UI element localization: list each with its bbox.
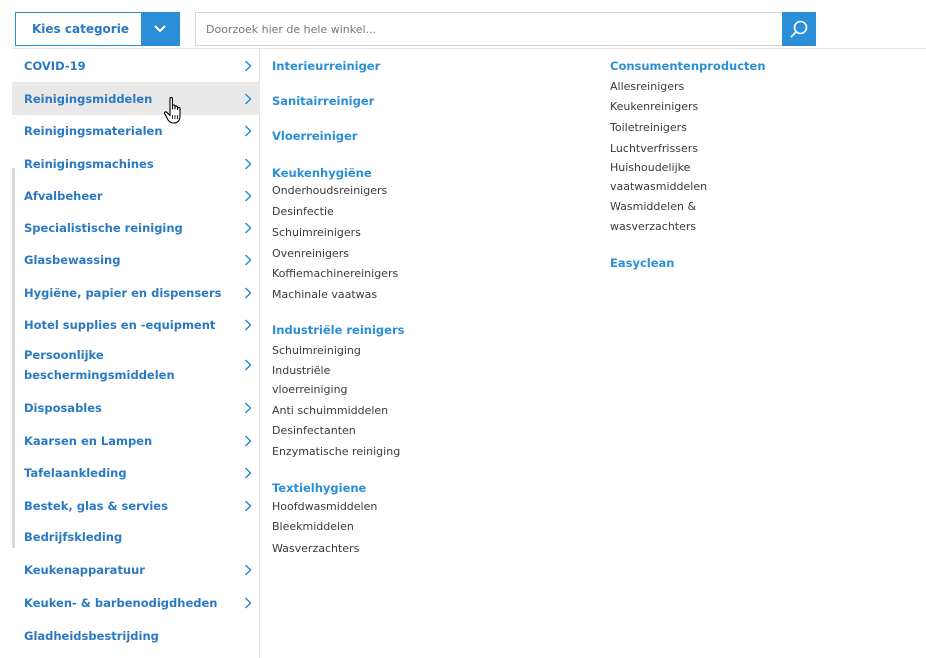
menu-link-schuimreinigers[interactable]: Schuimreinigers (272, 226, 361, 239)
menu-link-hoofdwasmiddelen[interactable]: Hoofdwasmiddelen (272, 500, 377, 513)
search-button[interactable] (782, 12, 816, 46)
sidebar-item-label: Keuken- & barbenodigdheden (24, 596, 218, 610)
menu-link-industriele-vloerreiniging[interactable]: Industriële (272, 364, 330, 377)
chevron-right-icon (244, 222, 252, 234)
chevron-right-icon (244, 125, 252, 137)
chevron-right-icon (244, 597, 252, 609)
menu-link-interieurreiniger[interactable]: Interieurreiniger (272, 59, 380, 73)
menu-link-huishoudelijke-vaatwasmiddelen[interactable]: Huishoudelijke (610, 161, 690, 174)
sidebar-item-label: Afvalbeheer (24, 189, 103, 203)
sidebar-item-covid-19[interactable]: COVID-19 (12, 54, 260, 78)
sidebar-item-label: Specialistische reiniging (24, 221, 183, 235)
chevron-down-icon[interactable] (141, 13, 179, 45)
page: Kies categorie COVID-19 Reinigingsmiddel… (0, 0, 926, 658)
menu-link-easyclean[interactable]: Easyclean (610, 256, 674, 270)
sidebar-item-label: Bedrijfskleding (24, 530, 123, 544)
sidebar-item-label: Glasbewassing (24, 253, 121, 267)
menu-link-anti-schuimmiddelen[interactable]: Anti schuimmiddelen (272, 404, 388, 417)
menu-link-huishoudelijke-vaatwasmiddelen-line2[interactable]: vaatwasmiddelen (610, 180, 707, 193)
hand-cursor-icon (163, 97, 181, 124)
sidebar-item-glasbewassing[interactable]: Glasbewassing (12, 248, 260, 272)
sidebar-item-label: Hotel supplies en -equipment (24, 318, 216, 332)
category-sidebar: COVID-19 Reinigingsmiddelen Reinigingsma… (12, 48, 260, 658)
search-input[interactable] (195, 12, 782, 46)
sidebar-item-label: Gladheidsbestrijding (24, 629, 159, 643)
sidebar-item-label: Bestek, glas & servies (24, 499, 168, 513)
sidebar-item-tafelaankleding[interactable]: Tafelaankleding (12, 461, 260, 485)
sidebar-item-label: Tafelaankleding (24, 466, 127, 480)
chevron-right-icon (244, 287, 252, 299)
sidebar-item-reinigingsmiddelen[interactable]: Reinigingsmiddelen (12, 82, 260, 115)
sidebar-item-specialistische-reiniging[interactable]: Specialistische reiniging (12, 216, 260, 240)
chevron-right-icon (244, 435, 252, 447)
chevron-right-icon (244, 564, 252, 576)
menu-link-bleekmiddelen[interactable]: Bleekmiddelen (272, 520, 354, 533)
menu-link-wasmiddelen-wasverzachters-line2[interactable]: wasverzachters (610, 220, 696, 233)
chevron-right-icon (244, 92, 252, 105)
chevron-right-icon (244, 359, 252, 371)
category-dropdown-panel: COVID-19 Reinigingsmiddelen Reinigingsma… (12, 48, 926, 658)
sidebar-item-afvalbeheer[interactable]: Afvalbeheer (12, 184, 260, 208)
menu-link-keukenreinigers[interactable]: Keukenreinigers (610, 100, 698, 113)
menu-link-ovenreinigers[interactable]: Ovenreinigers (272, 247, 349, 260)
sidebar-item-label: Persoonlijke beschermingsmiddelen (24, 348, 175, 382)
menu-link-onderhoudsreinigers[interactable]: Onderhoudsreinigers (272, 184, 387, 197)
menu-heading-keukenhygiene[interactable]: Keukenhygiëne (272, 166, 372, 180)
sidebar-item-keukenapparatuur[interactable]: Keukenapparatuur (12, 558, 260, 582)
menu-link-sanitairreiniger[interactable]: Sanitairreiniger (272, 94, 374, 108)
chevron-right-icon (244, 190, 252, 202)
menu-link-schuimreiniging[interactable]: Schuimreiniging (272, 344, 361, 357)
sidebar-item-persoonlijke-beschermingsmiddelen[interactable]: Persoonlijke beschermingsmiddelen (12, 345, 260, 389)
sidebar-item-gladheidsbestrijding[interactable]: Gladheidsbestrijding (12, 624, 260, 648)
menu-heading-consumentenproducten[interactable]: Consumentenproducten (610, 59, 766, 73)
sidebar-item-label: Hygiëne, papier en dispensers (24, 286, 222, 300)
menu-link-wasverzachters[interactable]: Wasverzachters (272, 542, 359, 555)
chevron-right-icon (244, 500, 252, 512)
menu-link-allesreinigers[interactable]: Allesreinigers (610, 80, 684, 93)
chevron-right-icon (244, 319, 252, 331)
menu-link-luchtverfrissers[interactable]: Luchtverfrissers (610, 142, 698, 155)
menu-link-desinfectanten[interactable]: Desinfectanten (272, 424, 356, 437)
menu-link-toiletreinigers[interactable]: Toiletreinigers (610, 121, 687, 134)
category-select-label: Kies categorie (32, 22, 129, 36)
chevron-right-icon (244, 402, 252, 414)
menu-link-industriele-vloerreiniging-line2[interactable]: vloerreiniging (272, 383, 348, 396)
sidebar-item-label: Reinigingsmachines (24, 157, 154, 171)
search-bar: Kies categorie (15, 12, 816, 46)
menu-heading-textielhygiene[interactable]: Textielhygiene (272, 481, 366, 495)
menu-link-vloerreiniger[interactable]: Vloerreiniger (272, 129, 357, 143)
search-icon (790, 20, 808, 38)
sidebar-item-kaarsen-en-lampen[interactable]: Kaarsen en Lampen (12, 429, 260, 453)
sidebar-item-disposables[interactable]: Disposables (12, 396, 260, 420)
sidebar-item-reinigingsmachines[interactable]: Reinigingsmachines (12, 152, 260, 176)
menu-link-koffiemachinereinigers[interactable]: Koffiemachinereinigers (272, 267, 398, 280)
menu-link-enzymatische-reiniging[interactable]: Enzymatische reiniging (272, 445, 400, 458)
sidebar-item-reinigingsmaterialen[interactable]: Reinigingsmaterialen (12, 119, 260, 143)
sidebar-item-bestek-glas-servies[interactable]: Bestek, glas & servies (12, 494, 260, 518)
menu-heading-industriele-reinigers[interactable]: Industriële reinigers (272, 323, 404, 337)
chevron-right-icon (244, 158, 252, 170)
sidebar-item-label: Keukenapparatuur (24, 563, 145, 577)
sidebar-item-keuken-barbenodigdheden[interactable]: Keuken- & barbenodigdheden (12, 591, 260, 615)
sidebar-item-label: Kaarsen en Lampen (24, 434, 153, 448)
sidebar-item-hotel-supplies[interactable]: Hotel supplies en -equipment (12, 313, 260, 337)
sidebar-item-label: Disposables (24, 401, 102, 415)
sidebar-item-bedrijfskleding[interactable]: Bedrijfskleding (12, 525, 260, 549)
chevron-right-icon (244, 254, 252, 266)
sidebar-item-hygiene-papier-dispensers[interactable]: Hygiëne, papier en dispensers (12, 281, 260, 305)
chevron-right-icon (244, 467, 252, 479)
menu-link-machinale-vaatwas[interactable]: Machinale vaatwas (272, 288, 377, 301)
menu-link-wasmiddelen-wasverzachters[interactable]: Wasmiddelen & (610, 200, 696, 213)
sidebar-item-label: Reinigingsmiddelen (24, 91, 153, 106)
chevron-right-icon (244, 60, 252, 72)
menu-link-desinfectie[interactable]: Desinfectie (272, 205, 334, 218)
sidebar-item-label: Reinigingsmaterialen (24, 124, 163, 138)
sidebar-item-label: COVID-19 (24, 59, 86, 73)
category-select[interactable]: Kies categorie (15, 12, 180, 46)
